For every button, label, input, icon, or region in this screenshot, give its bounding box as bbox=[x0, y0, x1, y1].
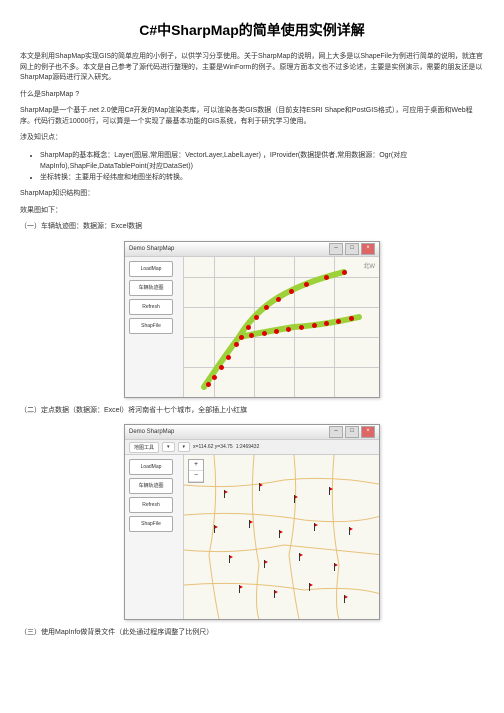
flag-icon bbox=[344, 595, 348, 599]
sidebar: LoadMap 车辆轨迹图 Refresh ShapFile bbox=[125, 257, 184, 397]
example1-label: （一）车辆轨迹图：数据源：Excel数据 bbox=[20, 222, 484, 233]
refresh-button[interactable]: Refresh bbox=[129, 299, 173, 315]
titlebar: Demo SharpMap – □ × bbox=[125, 242, 379, 257]
close-button[interactable]: × bbox=[361, 426, 375, 438]
load-map-button[interactable]: LoadMap bbox=[129, 459, 173, 475]
window-title: Demo SharpMap bbox=[129, 429, 329, 435]
flag-icon bbox=[294, 495, 298, 499]
app-window-track: Demo SharpMap – □ × LoadMap 车辆轨迹图 Refres… bbox=[124, 241, 380, 398]
refresh-button[interactable]: Refresh bbox=[129, 497, 173, 513]
knowledge-list: SharpMap的基本概念：Layer(图层,常用图层：VectorLayer,… bbox=[40, 150, 484, 184]
flag-icon bbox=[229, 555, 233, 559]
coord-display: x=114.62 y=34.75 bbox=[193, 444, 233, 450]
flag-icon bbox=[299, 553, 303, 557]
flag-icon bbox=[329, 487, 333, 491]
involve-title: 涉及知识点： bbox=[20, 133, 484, 144]
road-network bbox=[184, 455, 379, 619]
shapefile-button[interactable]: ShapFile bbox=[129, 318, 173, 334]
page-title: C#中SharpMap的简单使用实例详解 bbox=[20, 20, 484, 40]
flag-icon bbox=[249, 520, 253, 524]
map-canvas[interactable]: + − bbox=[184, 455, 379, 619]
flag-icon bbox=[259, 483, 263, 487]
flag-icon bbox=[224, 490, 228, 494]
flag-icon bbox=[214, 525, 218, 529]
zoom-in-icon[interactable]: + bbox=[189, 460, 203, 471]
flag-icon bbox=[334, 563, 338, 567]
minimize-button[interactable]: – bbox=[329, 243, 343, 255]
flag-icon bbox=[349, 527, 353, 531]
shapefile-button[interactable]: ShapFile bbox=[129, 516, 173, 532]
flag-icon bbox=[279, 530, 283, 534]
maximize-button[interactable]: □ bbox=[345, 243, 359, 255]
track-button[interactable]: 车辆轨迹图 bbox=[129, 478, 173, 494]
flag-icon bbox=[274, 590, 278, 594]
question-title: 什么是SharpMap ? bbox=[20, 90, 484, 101]
minimize-button[interactable]: – bbox=[329, 426, 343, 438]
toolbar: 地图工具 ▾ ▾ x=114.62 y=34.75 1:2469432 bbox=[125, 440, 379, 455]
zoom-out-icon[interactable]: − bbox=[189, 471, 203, 482]
toolbar-dropdown[interactable]: ▾ bbox=[178, 442, 191, 452]
zoom-control[interactable]: + − bbox=[188, 459, 204, 483]
sidebar: LoadMap 车辆轨迹图 Refresh ShapFile bbox=[125, 455, 184, 619]
flag-icon bbox=[309, 583, 313, 587]
effect-title: 效果图如下： bbox=[20, 206, 484, 217]
load-map-button[interactable]: LoadMap bbox=[129, 261, 173, 277]
titlebar: Demo SharpMap – □ × bbox=[125, 425, 379, 440]
example3-label: （三）使用MapInfo做背景文件（此处通过程序调整了比例尺） bbox=[20, 628, 484, 639]
track-button[interactable]: 车辆轨迹图 bbox=[129, 280, 173, 296]
flag-icon bbox=[314, 523, 318, 527]
knowledge-structure-title: SharpMap知识结构图： bbox=[20, 189, 484, 200]
window-title: Demo SharpMap bbox=[129, 246, 329, 252]
maximize-button[interactable]: □ bbox=[345, 426, 359, 438]
toolbar-item[interactable]: 地图工具 bbox=[129, 442, 159, 453]
zoom-display: 1:2469432 bbox=[236, 444, 260, 450]
app-window-flags: Demo SharpMap – □ × 地图工具 ▾ ▾ x=114.62 y=… bbox=[124, 424, 380, 620]
compass-icon: 北W bbox=[363, 261, 375, 270]
list-item: SharpMap的基本概念：Layer(图层,常用图层：VectorLayer,… bbox=[40, 150, 484, 172]
toolbar-dropdown[interactable]: ▾ bbox=[162, 442, 175, 452]
close-button[interactable]: × bbox=[361, 243, 375, 255]
example2-label: （二）定点数据（数据源：Excel）将河南省十七个城市，全部插上小红旗 bbox=[20, 406, 484, 417]
intro-paragraph: 本文是利用ShapMap实现GIS的简单应用的小例子，以供学习分享使用。关于Sh… bbox=[20, 52, 484, 84]
flag-icon bbox=[239, 585, 243, 589]
map-canvas[interactable]: 北W bbox=[184, 257, 379, 397]
question-body: SharpMap是一个基于.net 2.0使用C#开发的Map渲染类库，可以渲染… bbox=[20, 106, 484, 127]
list-item: 坐标转换：主要用于经纬度和地图坐标的转换。 bbox=[40, 172, 484, 183]
flag-icon bbox=[264, 560, 268, 564]
